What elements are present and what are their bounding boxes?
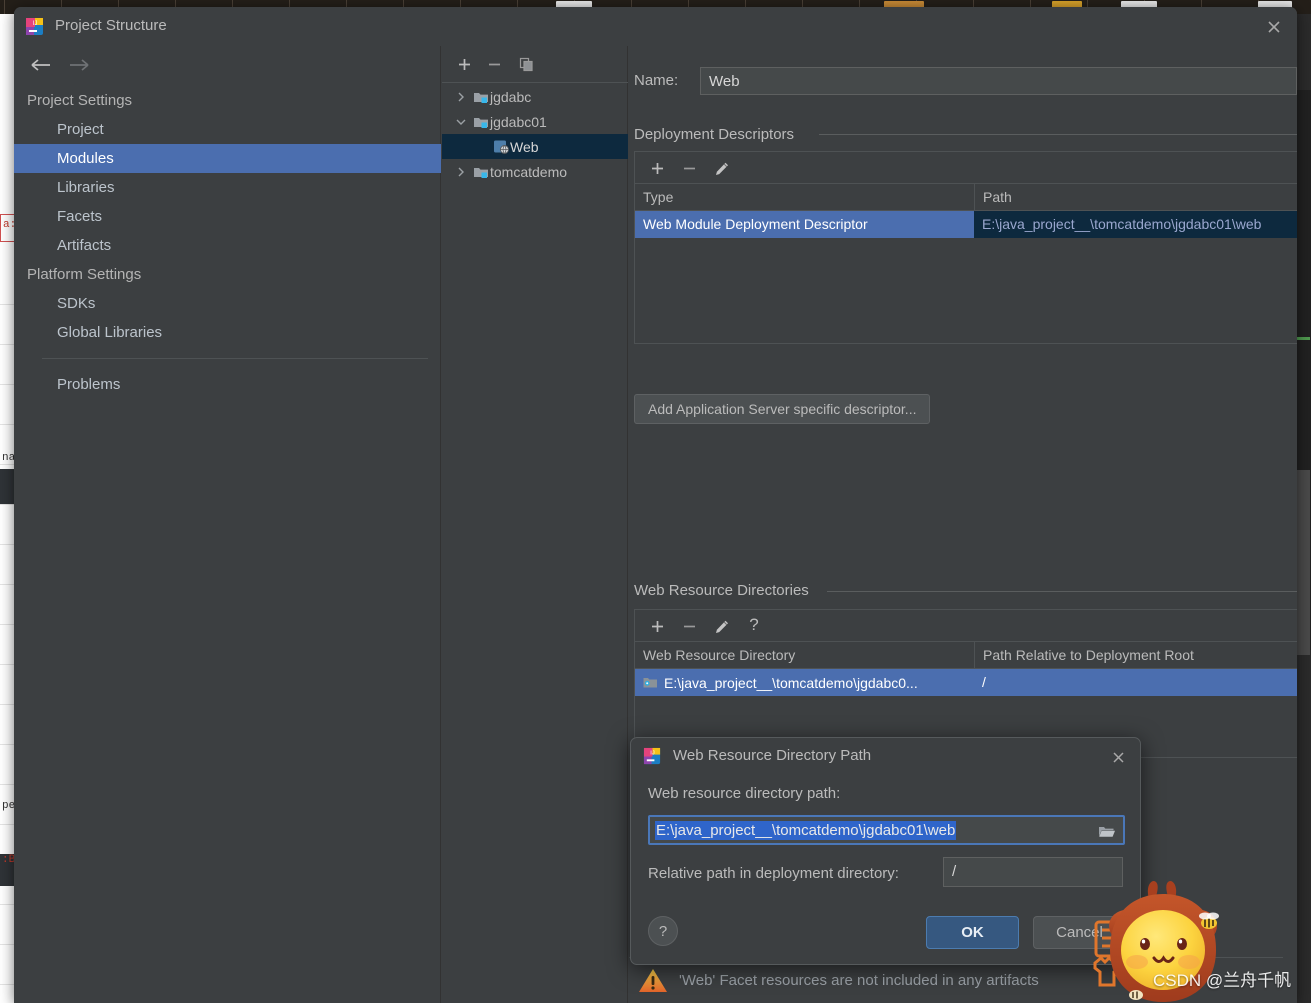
module-tree-toolbar — [442, 46, 628, 83]
web-resource-path-input[interactable]: E:\java_project__\tomcatdemo\jgdabc01\we… — [648, 815, 1125, 845]
column-header-web-resource-directory[interactable]: Web Resource Directory — [635, 642, 974, 668]
nav-group-project-settings: Project Settings — [27, 92, 133, 109]
folder-open-icon[interactable] — [1097, 822, 1117, 840]
background-right-scrollbar[interactable] — [1297, 470, 1310, 655]
tree-item-label: jgdabc — [490, 88, 532, 105]
dialog-title: Project Structure — [55, 17, 167, 34]
ok-button[interactable]: OK — [926, 916, 1019, 949]
copy-module-button[interactable] — [514, 53, 538, 76]
module-folder-icon — [472, 115, 490, 129]
settings-nav-panel: Project Settings Project Modules Librari… — [14, 46, 441, 1003]
nav-group-platform-settings: Platform Settings — [27, 266, 142, 283]
column-header-type[interactable]: Type — [635, 184, 974, 210]
tree-item-label: tomcatdemo — [490, 163, 568, 180]
module-folder-icon — [472, 90, 490, 104]
add-app-server-descriptor-button[interactable]: Add Application Server specific descript… — [634, 394, 931, 424]
chevron-right-icon[interactable] — [450, 167, 472, 177]
facet-name-input[interactable] — [700, 67, 1297, 95]
sidebar-item-sdks[interactable]: SDKs — [14, 289, 441, 318]
web-resource-directories-rule — [827, 591, 1297, 592]
module-tree-panel: jgdabc jgdabc01 Web tomcatdemo — [442, 46, 628, 1003]
deployment-descriptors-rule — [819, 134, 1297, 135]
cell-descriptor-path: E:\java_project__\tomcatdemo\jgdabc01\we… — [974, 211, 1297, 238]
relative-path-label: Relative path in deployment directory: — [648, 865, 899, 882]
cell-relative-path: / — [982, 674, 986, 690]
tree-item-jgdabc01[interactable]: jgdabc01 — [442, 109, 628, 134]
sidebar-item-modules[interactable]: Modules — [14, 144, 441, 173]
relative-path-input[interactable]: / — [943, 857, 1123, 887]
name-label: Name: — [634, 72, 679, 89]
warning-text: 'Web' Facet resources are not included i… — [679, 972, 1039, 989]
column-header-relative-path[interactable]: Path Relative to Deployment Root — [974, 642, 1297, 668]
cell-web-resource-directory: E:\java_project__\tomcatdemo\jgdabc0... — [635, 669, 974, 696]
name-row: Name: — [634, 67, 1297, 95]
tree-item-label: jgdabc01 — [490, 113, 547, 130]
table-header: Type Path — [635, 184, 1297, 211]
close-icon[interactable] — [1263, 16, 1285, 38]
module-tree-rows: jgdabc jgdabc01 Web tomcatdemo — [442, 84, 628, 184]
table-row[interactable]: Web Module Deployment Descriptor E:\java… — [635, 211, 1297, 238]
dialog-titlebar: IJ Project Structure — [14, 7, 1297, 46]
background-right-marker-green — [1297, 337, 1310, 340]
tree-item-tomcatdemo[interactable]: tomcatdemo — [442, 159, 628, 184]
sidebar-item-libraries[interactable]: Libraries — [14, 173, 441, 202]
add-resource-dir-button[interactable] — [645, 615, 669, 638]
intellij-idea-icon: IJ — [643, 747, 662, 766]
cancel-button[interactable]: Cancel — [1033, 916, 1126, 949]
column-header-path[interactable]: Path — [974, 184, 1297, 210]
sidebar-item-artifacts[interactable]: Artifacts — [14, 231, 441, 260]
svg-text:IJ: IJ — [650, 751, 655, 757]
web-resource-directories-toolbar: ? — [634, 609, 1297, 641]
settings-nav-list: Project Settings Project Modules Librari… — [14, 86, 441, 399]
cell-descriptor-type: Web Module Deployment Descriptor — [643, 216, 868, 232]
tree-item-web[interactable]: Web — [442, 134, 628, 159]
deployment-descriptors-table: Type Path Web Module Deployment Descript… — [634, 183, 1297, 344]
nav-toolbar — [14, 46, 441, 82]
arrow-right-icon[interactable] — [66, 54, 92, 76]
nav-divider — [42, 358, 428, 359]
path-label: Web resource directory path: — [648, 785, 841, 802]
edit-descriptor-button[interactable] — [710, 157, 734, 180]
module-folder-icon — [472, 165, 490, 179]
deployment-descriptors-toolbar — [634, 151, 1297, 183]
deployment-descriptors-title: Deployment Descriptors — [634, 126, 803, 143]
sidebar-item-global-libraries[interactable]: Global Libraries — [14, 318, 441, 347]
warning-triangle-icon — [638, 967, 668, 994]
remove-descriptor-button[interactable] — [677, 157, 701, 180]
path-input-value: E:\java_project__\tomcatdemo\jgdabc01\we… — [655, 820, 957, 840]
help-button[interactable]: ? — [648, 916, 678, 946]
intellij-idea-icon: IJ — [25, 17, 45, 37]
add-module-button[interactable] — [452, 53, 476, 76]
close-icon[interactable] — [1108, 747, 1128, 767]
folder-icon — [643, 676, 658, 689]
chevron-right-icon[interactable] — [450, 92, 472, 102]
chevron-down-icon[interactable] — [450, 117, 472, 127]
modal-title: Web Resource Directory Path — [673, 747, 872, 764]
table-header: Web Resource Directory Path Relative to … — [635, 642, 1297, 669]
table-row[interactable]: E:\java_project__\tomcatdemo\jgdabc0... … — [635, 669, 1297, 696]
tree-item-jgdabc[interactable]: jgdabc — [442, 84, 628, 109]
sidebar-item-problems[interactable]: Problems — [14, 370, 441, 399]
remove-resource-dir-button[interactable] — [677, 615, 701, 638]
web-resource-directory-path-dialog: IJ Web Resource Directory Path Web resou… — [630, 737, 1141, 965]
help-resource-dir-button[interactable]: ? — [742, 613, 766, 636]
sidebar-item-facets[interactable]: Facets — [14, 202, 441, 231]
tree-item-label: Web — [510, 138, 539, 155]
add-descriptor-button[interactable] — [645, 157, 669, 180]
cell-directory-text: E:\java_project__\tomcatdemo\jgdabc0... — [664, 674, 918, 691]
arrow-left-icon[interactable] — [28, 54, 54, 76]
svg-text:IJ: IJ — [33, 21, 38, 27]
web-facet-icon — [492, 139, 510, 154]
sidebar-item-project[interactable]: Project — [14, 115, 441, 144]
edit-resource-dir-button[interactable] — [710, 615, 734, 638]
web-resource-directories-title: Web Resource Directories — [634, 582, 817, 599]
remove-module-button[interactable] — [482, 53, 506, 76]
